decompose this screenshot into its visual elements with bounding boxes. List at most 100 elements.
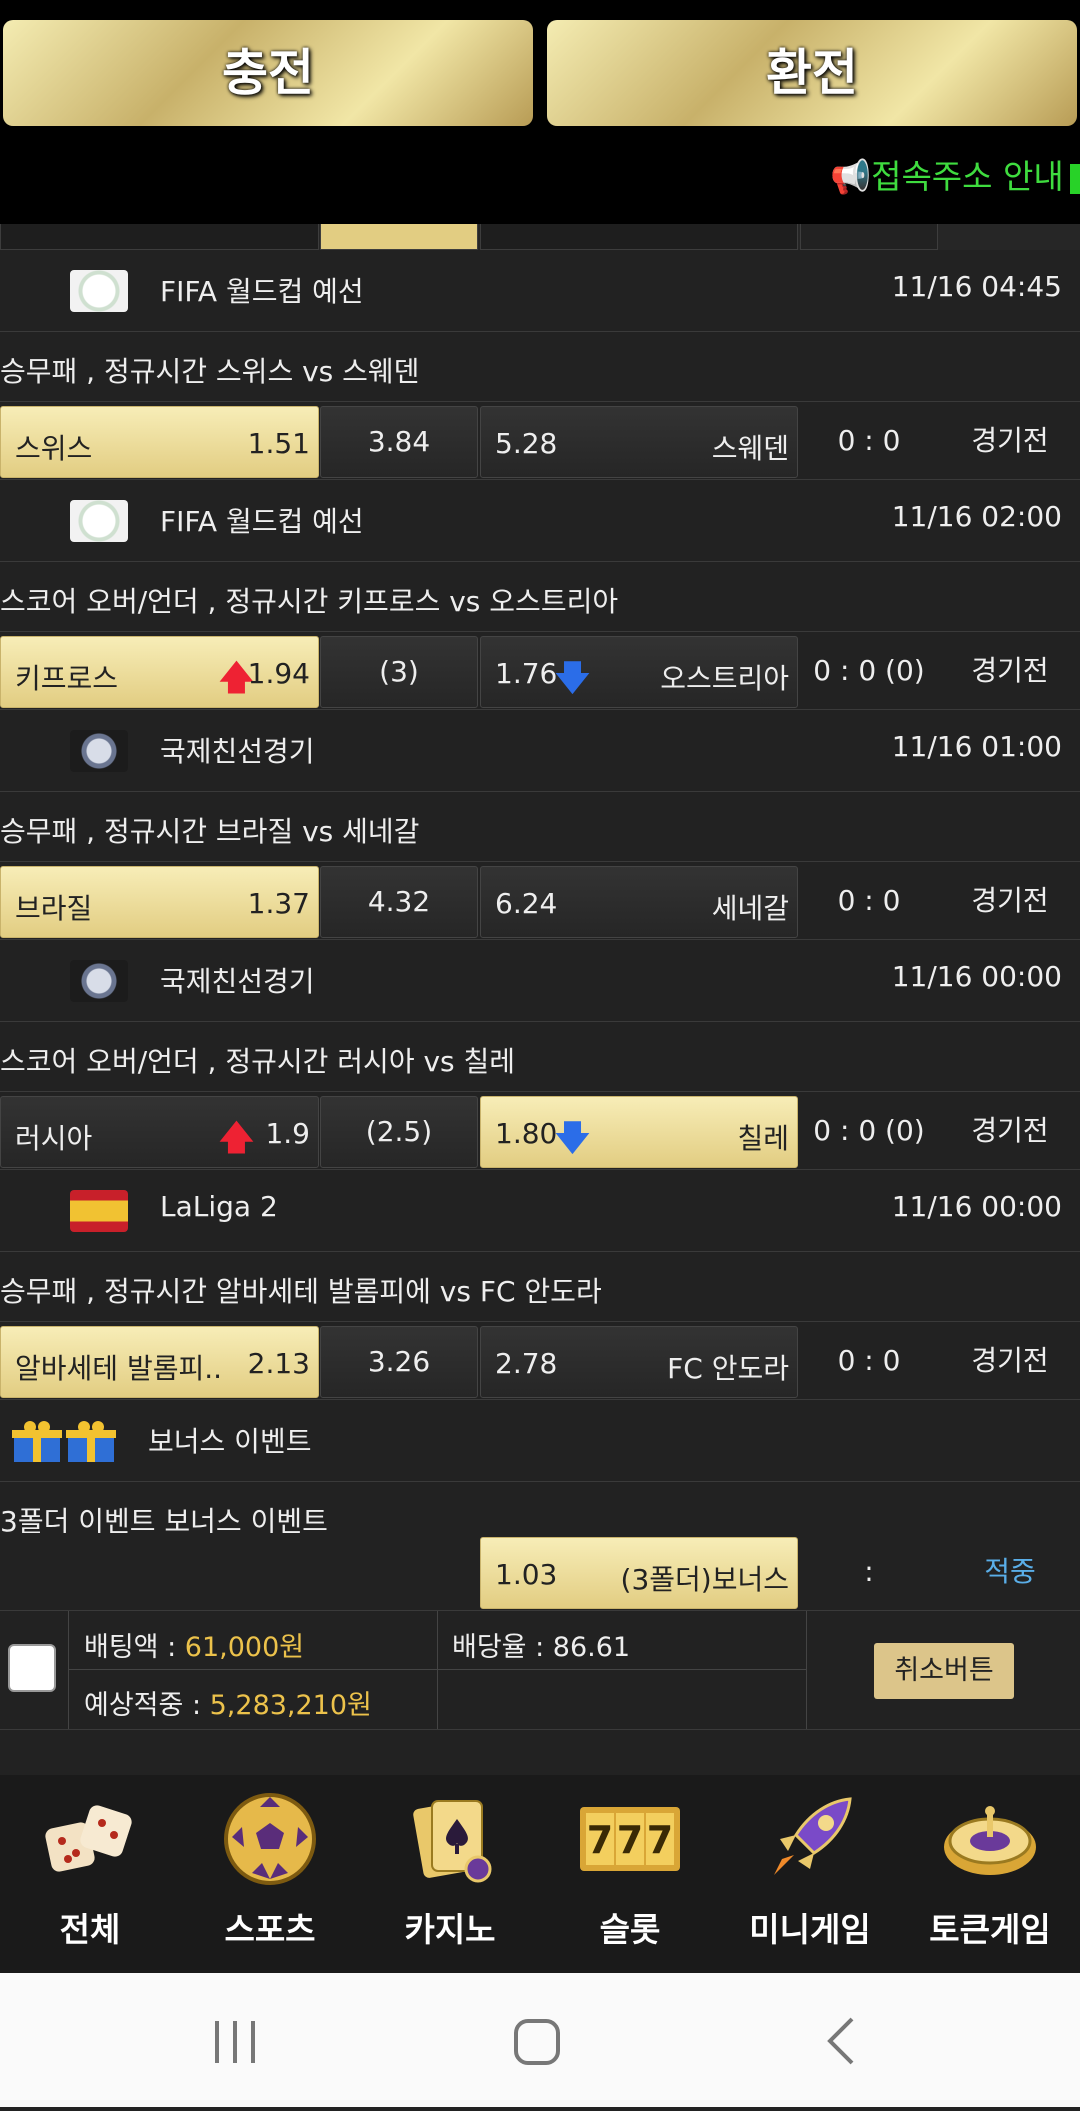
away-odds-button[interactable]: 2.78 FC 안도라 — [480, 1326, 798, 1398]
match-time: 11/16 01:00 — [891, 730, 1062, 763]
home-odds: 2.13 — [247, 1347, 310, 1380]
notice-indicator-icon — [1069, 163, 1080, 194]
league-name: FIFA 월드컵 예선 — [160, 275, 364, 308]
market-description: 승무패 , 정규시간 알바세테 발롬피에 vs FC 안도라 — [0, 1252, 1080, 1322]
bottom-nav: 전체 스포츠 카지노 7 7 7 슬롯 미니게임 토큰게임 — [0, 1775, 1080, 1973]
nav-all[interactable]: 전체 — [0, 1775, 180, 1973]
back-button[interactable] — [780, 1973, 900, 2107]
nav-label: 슬롯 — [599, 1910, 661, 1949]
league-row: FIFA 월드컵 예선 11/16 02:00 — [0, 480, 1080, 562]
bonus-odds: 1.03 — [495, 1558, 558, 1591]
match-time: 11/16 02:00 — [891, 500, 1062, 533]
league-row: FIFA 월드컵 예선 11/16 04:45 — [0, 250, 1080, 332]
nav-label: 카지노 — [404, 1910, 496, 1949]
away-team: FC 안도라 — [667, 1352, 789, 1385]
svg-text:7: 7 — [617, 1818, 643, 1862]
home-team: 러시아 — [15, 1122, 93, 1155]
away-odds: 1.76 — [495, 657, 558, 690]
roulette-icon — [944, 1806, 1036, 1875]
league-name: 보너스 이벤트 — [148, 1425, 312, 1458]
bet-row: 러시아 🡅 1.9 (2.5) 1.80 🡇 칠레 0 : 0 (0) 경기전 — [0, 1092, 1080, 1170]
odds-rate: 배당율 : 86.61 — [452, 1632, 631, 1663]
market-description: 승무패 , 정규시간 스위스 vs 스웨덴 — [0, 332, 1080, 402]
market-description: 스코어 오버/언더 , 정규시간 키프로스 vs 오스트리아 — [0, 562, 1080, 632]
soccer-ball-icon — [224, 1793, 316, 1885]
home-odds-button[interactable]: 알바세테 발롬피.. 2.13 — [0, 1326, 319, 1398]
away-odds-button[interactable]: 1.80 🡇 칠레 — [480, 1096, 798, 1168]
away-team: 스웨덴 — [711, 432, 789, 465]
league-name: 국제친선경기 — [160, 965, 315, 998]
bonus-bet-row: 1.03 (3폴더)보너스 : 적중 — [0, 1533, 1080, 1611]
draw-odds-button[interactable]: 3.26 — [320, 1326, 478, 1398]
spain-flag-icon — [70, 1190, 128, 1232]
nav-minigame[interactable]: 미니게임 — [720, 1775, 900, 1973]
league-row: LaLiga 2 11/16 00:00 — [0, 1170, 1080, 1252]
home-team: 스위스 — [15, 432, 93, 465]
league-name: FIFA 월드컵 예선 — [160, 505, 364, 538]
handicap-value[interactable]: (2.5) — [320, 1096, 478, 1168]
home-odds-button[interactable]: 브라질 1.37 — [0, 866, 319, 938]
bonus-label: (3폴더)보너스 — [620, 1563, 789, 1596]
cancel-button[interactable]: 취소버튼 — [874, 1643, 1014, 1699]
rocket-icon — [774, 1797, 852, 1875]
top-bar: 충전 환전 📢접속주소 안내 — [0, 0, 1080, 224]
svg-text:7: 7 — [647, 1818, 673, 1862]
away-odds-button[interactable]: 1.76 🡇 오스트리아 — [480, 636, 798, 708]
nav-label: 스포츠 — [224, 1910, 316, 1949]
home-odds: 1.51 — [247, 427, 310, 460]
nav-label: 토큰게임 — [929, 1910, 1051, 1949]
home-team: 브라질 — [15, 892, 93, 925]
bonus-status: 적중 — [984, 1555, 1036, 1588]
match-score: 0 : 0 (0) — [813, 1114, 925, 1147]
home-team: 키프로스 — [15, 662, 119, 695]
back-icon — [827, 2017, 854, 2065]
away-odds: 6.24 — [495, 887, 558, 920]
away-odds: 2.78 — [495, 1347, 558, 1380]
market-text: 승무패 , 정규시간 스위스 vs 스웨덴 — [0, 355, 420, 388]
home-odds-button[interactable]: 러시아 🡅 1.9 — [0, 1096, 319, 1168]
market-description: 승무패 , 정규시간 브라질 vs 세네갈 — [0, 792, 1080, 862]
recent-apps-icon — [215, 2021, 255, 2063]
draw-odds-button[interactable]: 3.84 — [320, 406, 478, 478]
match-score: 0 : 0 — [837, 884, 901, 917]
dice-icon — [45, 1805, 132, 1872]
bet-row: 알바세테 발롬피.. 2.13 3.26 2.78 FC 안도라 0 : 0 경… — [0, 1322, 1080, 1400]
market-text: 스코어 오버/언더 , 정규시간 키프로스 vs 오스트리아 — [0, 585, 619, 618]
arrow-down-icon: 🡇 — [555, 1118, 590, 1158]
bet-row: 브라질 1.37 4.32 6.24 세네갈 0 : 0 경기전 — [0, 862, 1080, 940]
draw-odds-button[interactable]: 4.32 — [320, 866, 478, 938]
match-time: 11/16 00:00 — [891, 1190, 1062, 1223]
away-odds-button[interactable]: 6.24 세네갈 — [480, 866, 798, 938]
slot-777-icon: 7 7 7 — [580, 1807, 680, 1871]
nav-casino[interactable]: 카지노 — [360, 1775, 540, 1973]
match-score: 0 : 0 — [837, 424, 901, 457]
notice-marquee[interactable]: 📢접속주소 안내 — [830, 150, 1080, 198]
away-team: 오스트리아 — [660, 662, 789, 695]
exchange-button[interactable]: 환전 — [547, 20, 1077, 126]
home-odds-button[interactable]: 키프로스 🡅 1.94 — [0, 636, 319, 708]
recent-apps-button[interactable] — [175, 1973, 295, 2107]
match-status: 경기전 — [971, 1114, 1049, 1147]
gift-box-icon — [10, 1420, 120, 1464]
home-icon — [514, 2019, 560, 2065]
nav-slot[interactable]: 7 7 7 슬롯 — [540, 1775, 720, 1973]
notice-text: 📢접속주소 안내 — [830, 157, 1064, 196]
home-button[interactable] — [477, 1973, 597, 2107]
arrow-up-icon: 🡅 — [219, 1118, 254, 1158]
arrow-down-icon: 🡇 — [555, 658, 590, 698]
handicap-value[interactable]: (3) — [320, 636, 478, 708]
nav-sports[interactable]: 스포츠 — [180, 1775, 360, 1973]
match-status: 경기전 — [971, 424, 1049, 457]
match-status: 경기전 — [971, 1344, 1049, 1377]
market-text: 승무패 , 정규시간 알바세테 발롬피에 vs FC 안도라 — [0, 1275, 602, 1308]
home-odds-button[interactable]: 스위스 1.51 — [0, 406, 319, 478]
charge-button[interactable]: 충전 — [3, 20, 533, 126]
away-odds-button[interactable]: 5.28 스웨덴 — [480, 406, 798, 478]
nav-label: 전체 — [59, 1910, 121, 1949]
league-globe-icon — [70, 270, 128, 312]
market-text: 스코어 오버/언더 , 정규시간 러시아 vs 칠레 — [0, 1045, 516, 1078]
league-globe-icon — [70, 500, 128, 542]
select-checkbox[interactable] — [8, 1644, 56, 1692]
bonus-odds-button[interactable]: 1.03 (3폴더)보너스 — [480, 1537, 798, 1609]
nav-token-game[interactable]: 토큰게임 — [900, 1775, 1080, 1973]
